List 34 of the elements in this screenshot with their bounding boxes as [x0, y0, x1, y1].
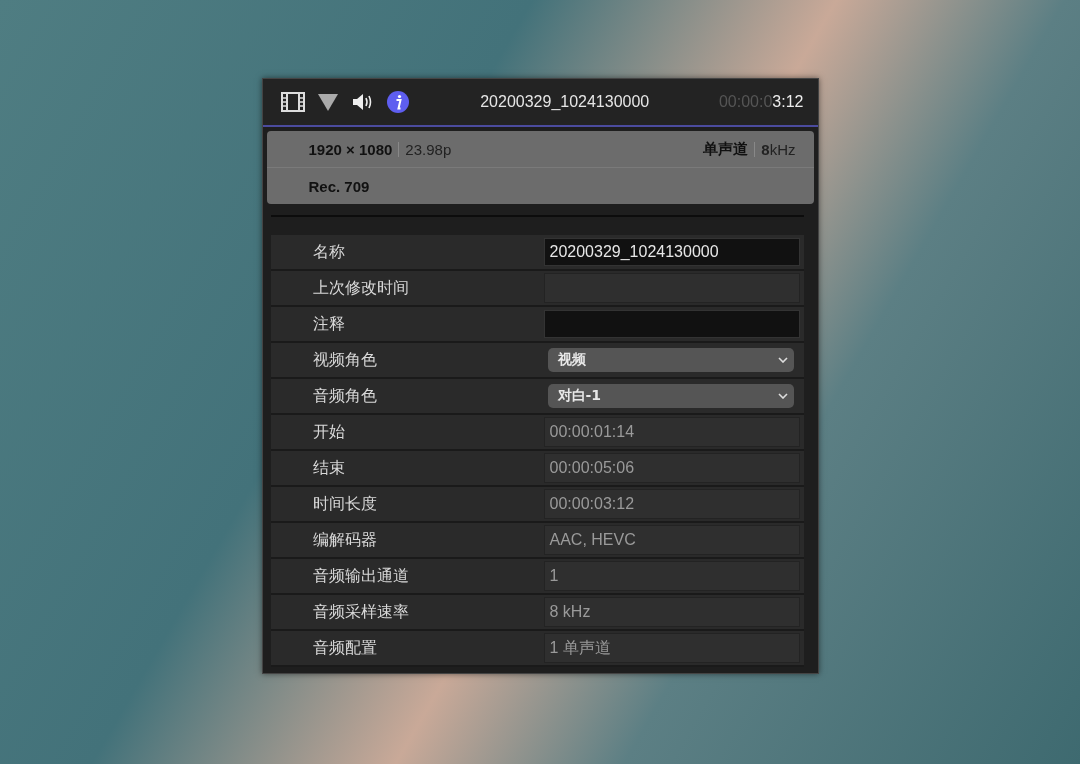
value-field: 00:00:01:14: [543, 417, 800, 447]
text-field[interactable]: [543, 310, 800, 338]
chevron-down-icon: [777, 357, 788, 363]
property-label: 视频角色: [311, 349, 378, 371]
value-field: AAC, HEVC: [543, 525, 800, 555]
property-label: 注释: [311, 313, 346, 335]
value-field: 1 单声道: [543, 633, 800, 663]
resolution-text: 1920 × 1080: [308, 140, 393, 158]
value-field: 1: [543, 561, 800, 591]
audio-channels-text: 单声道: [703, 139, 749, 159]
value-field: 00:00:05:06: [543, 453, 800, 483]
property-label: 结束: [311, 457, 346, 479]
property-label: 音频输出通道: [311, 565, 410, 587]
timecode-value: 3:12: [772, 93, 804, 110]
clip-name: 20200329_1024130000: [479, 93, 651, 111]
text-field[interactable]: 20200329_1024130000: [543, 238, 800, 266]
property-label: 开始: [311, 421, 346, 443]
property-label: 音频角色: [311, 385, 378, 407]
property-label: 编解码器: [311, 529, 378, 551]
property-label: 时间长度: [311, 493, 378, 515]
property-label: 名称: [311, 241, 346, 263]
sample-rate-text: 8kHz: [761, 140, 796, 158]
property-label: 音频配置: [311, 637, 378, 659]
film-strip-icon[interactable]: [278, 90, 307, 114]
value-field: 8 kHz: [543, 597, 800, 627]
value-field: 00:00:03:12: [543, 489, 800, 519]
property-label: 音频采样速率: [311, 601, 410, 623]
property-label: 上次修改时间: [311, 277, 410, 299]
info-icon[interactable]: [384, 89, 411, 115]
dropdown[interactable]: 视频: [547, 348, 794, 372]
dropdown[interactable]: 对白-1: [547, 384, 794, 408]
frame-rate-text: 23.98p: [405, 140, 452, 158]
color-space-text: Rec. 709: [308, 177, 370, 195]
chevron-down-icon: [777, 393, 788, 399]
